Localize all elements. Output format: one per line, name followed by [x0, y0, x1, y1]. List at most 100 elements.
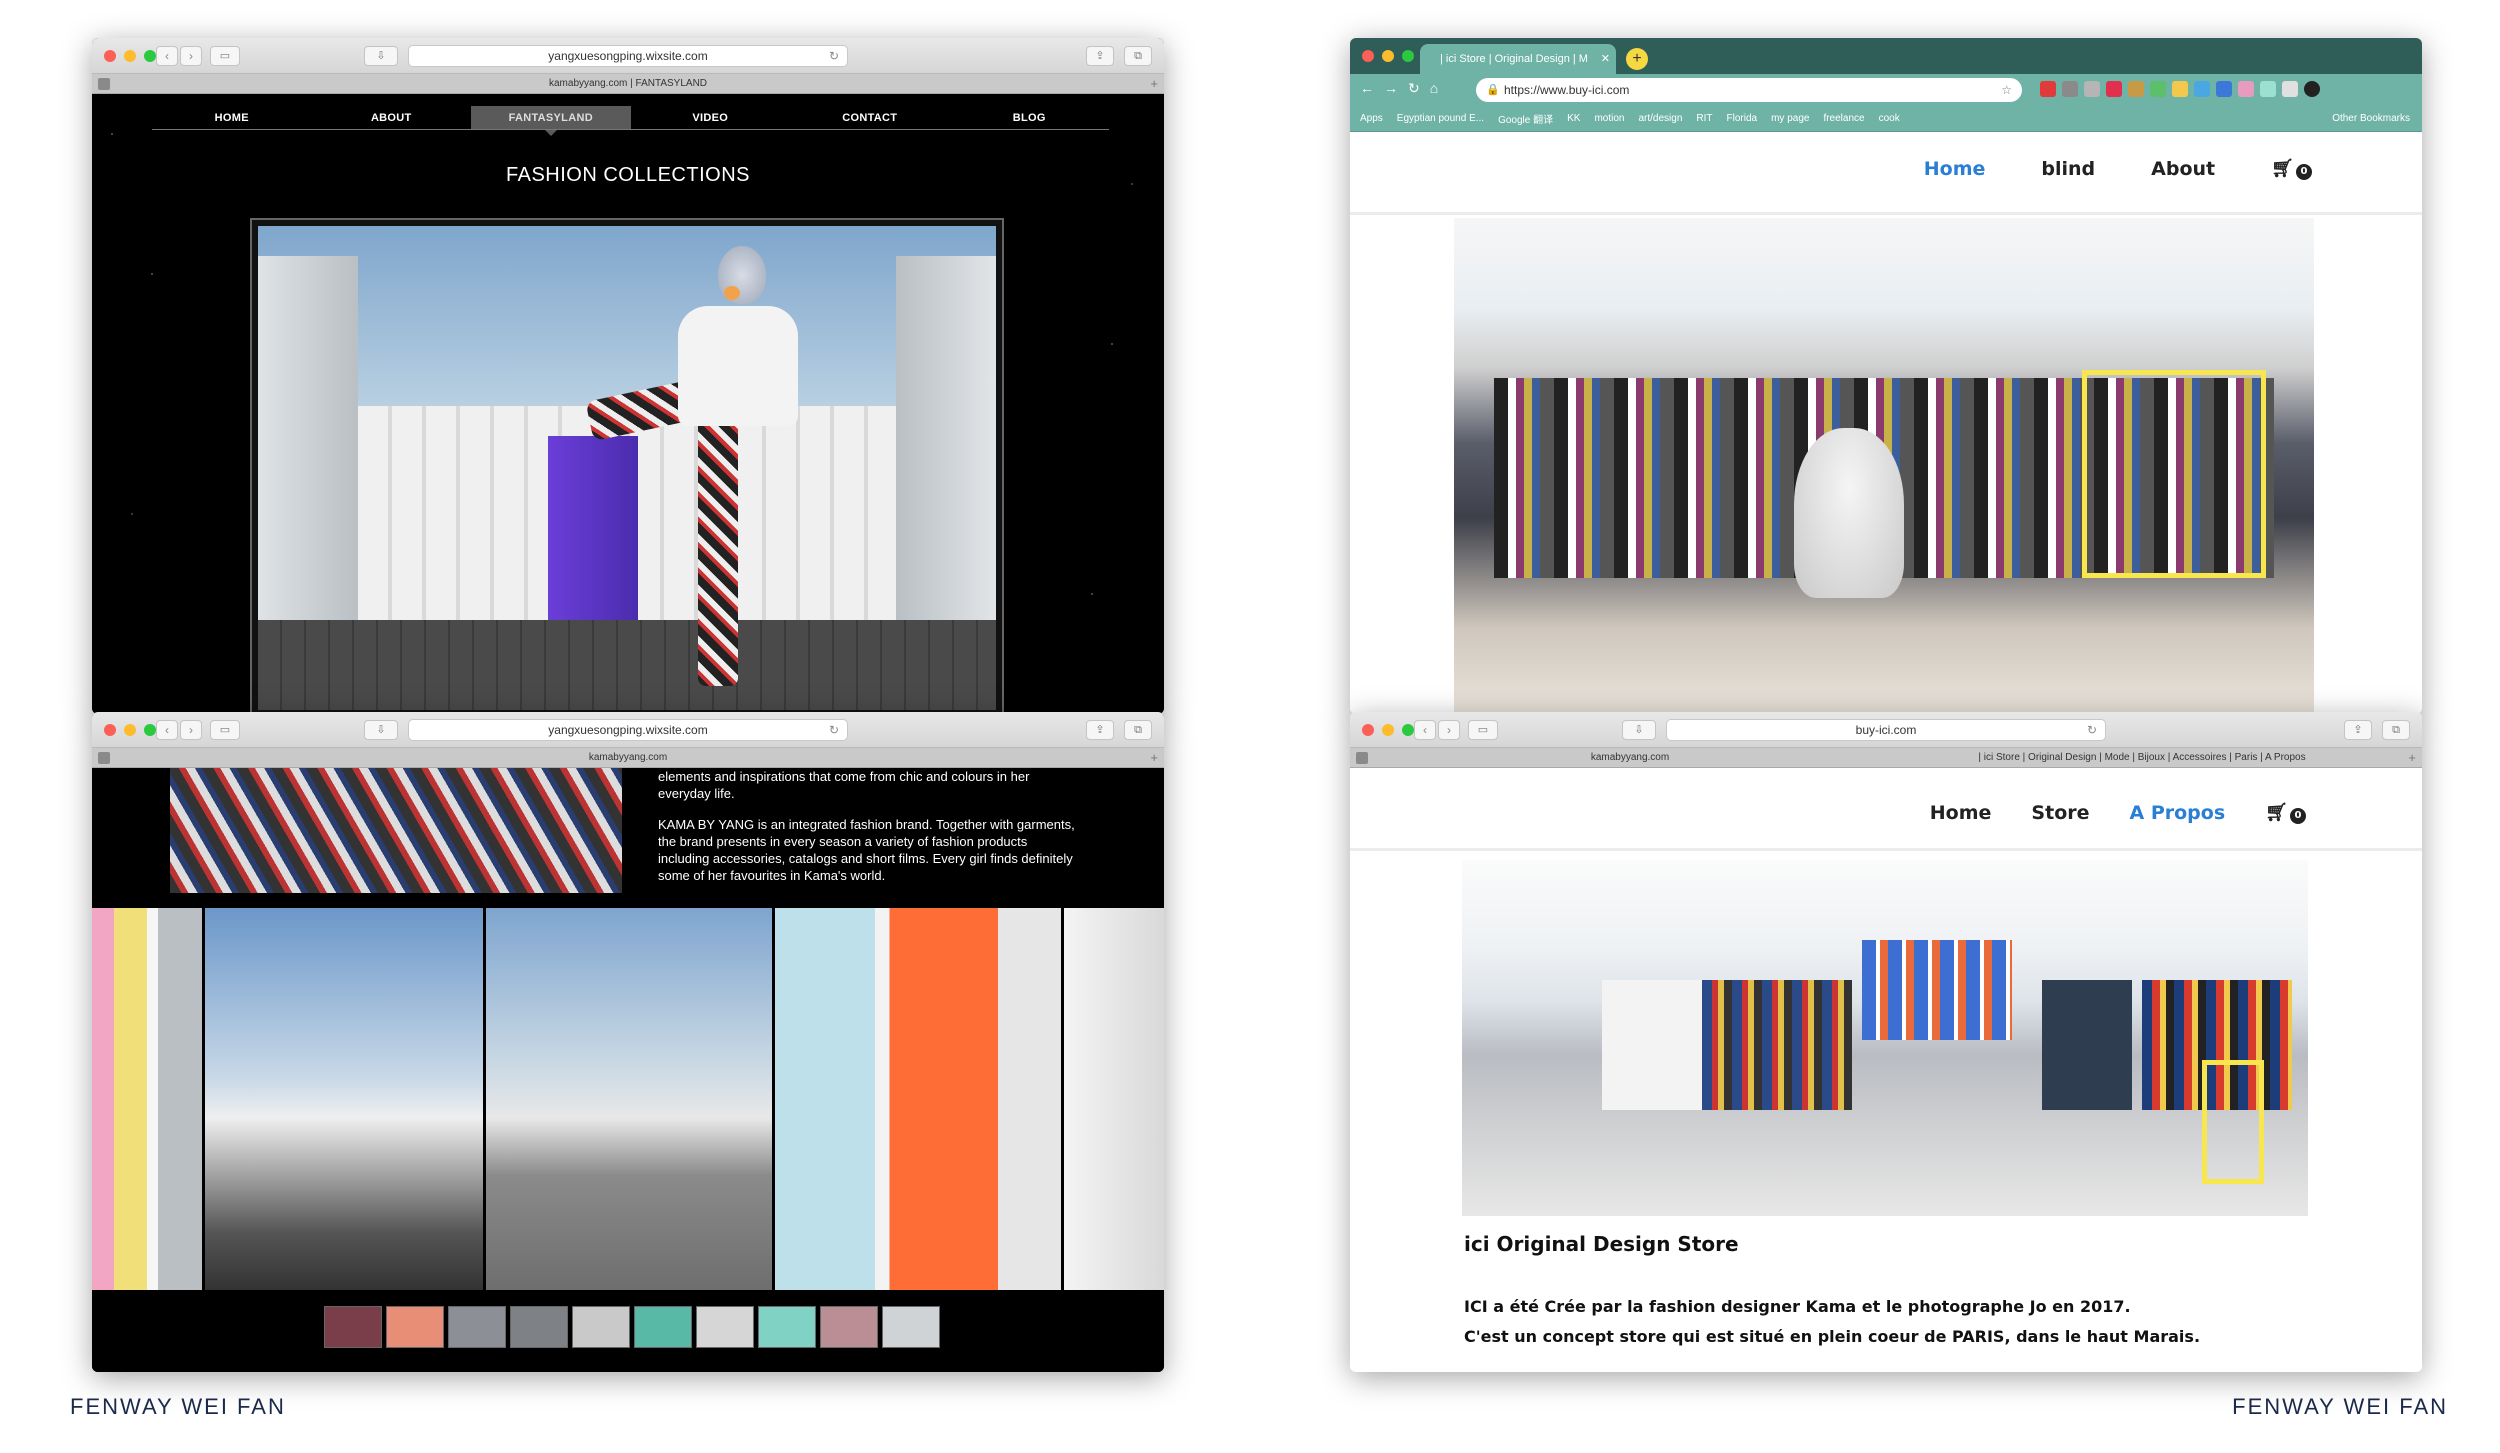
back-button[interactable]: ‹ — [156, 46, 178, 66]
new-tab-icon[interactable]: + — [1150, 74, 1158, 94]
bookmark-star-icon[interactable]: ☆ — [2001, 78, 2012, 102]
download-icon[interactable]: ⇩ — [364, 720, 398, 740]
download-icon[interactable]: ⇩ — [1622, 720, 1656, 740]
tab-bar[interactable]: kamabyyang.com + — [92, 748, 1164, 768]
tab-bar[interactable]: kamabyyang.com | FANTASYLAND + — [92, 74, 1164, 94]
other-bookmarks[interactable]: Other Bookmarks — [2332, 106, 2410, 132]
maximize-button[interactable] — [144, 724, 156, 736]
bookmark-item[interactable]: Google 翻译 — [1498, 111, 1553, 126]
minimize-button[interactable] — [124, 50, 136, 62]
bookmark-item[interactable]: motion — [1594, 113, 1624, 124]
extension-icon[interactable] — [2040, 81, 2056, 97]
back-icon[interactable]: ← — [1360, 80, 1384, 96]
thumbnail[interactable] — [820, 1306, 878, 1348]
download-icon[interactable]: ⇩ — [364, 46, 398, 66]
bookmark-item[interactable]: Florida — [1727, 113, 1758, 124]
bookmark-item[interactable]: Egyptian pound E... — [1397, 113, 1484, 124]
maximize-button[interactable] — [144, 50, 156, 62]
close-button[interactable] — [1362, 724, 1374, 736]
sidebar-toggle-icon[interactable]: ▭ — [1468, 720, 1498, 740]
tabs-overview-icon[interactable]: ⧉ — [2382, 720, 2410, 740]
nav-home[interactable]: Home — [1924, 158, 1986, 180]
gallery-photo[interactable] — [486, 908, 772, 1290]
thumbnail[interactable] — [696, 1306, 754, 1348]
bookmark-item[interactable]: RIT — [1696, 113, 1712, 124]
bookmark-item[interactable]: cook — [1879, 113, 1900, 124]
extension-icon[interactable] — [2128, 81, 2144, 97]
nav-fantasyland[interactable]: FANTASYLAND — [471, 106, 631, 136]
back-button[interactable]: ‹ — [156, 720, 178, 740]
gallery-photo[interactable] — [775, 908, 1061, 1290]
share-icon[interactable]: ⇪ — [1086, 720, 1114, 740]
profile-avatar[interactable] — [2304, 81, 2320, 97]
cart-button[interactable]: 🛒︎ 0 — [2265, 802, 2306, 824]
nav-a-propos[interactable]: A Propos — [2130, 802, 2226, 824]
tabs-overview-icon[interactable]: ⧉ — [1124, 720, 1152, 740]
new-tab-button[interactable]: + — [1626, 48, 1648, 70]
extension-icon[interactable] — [2062, 81, 2078, 97]
thumbnail[interactable] — [758, 1306, 816, 1348]
forward-button[interactable]: › — [180, 720, 202, 740]
address-bar[interactable]: yangxuesongping.wixsite.com ↻ — [408, 45, 848, 67]
thumbnail[interactable] — [324, 1306, 382, 1348]
reload-icon[interactable]: ↻ — [1408, 80, 1430, 96]
nav-about[interactable]: ABOUT — [312, 106, 472, 129]
reload-icon[interactable]: ↻ — [2087, 720, 2097, 740]
active-tab[interactable]: | ici Store | Original Design | M ✕ — [1420, 44, 1616, 74]
extension-icon[interactable] — [2150, 81, 2166, 97]
maximize-button[interactable] — [1402, 50, 1414, 62]
close-button[interactable] — [104, 724, 116, 736]
bookmark-item[interactable]: Apps — [1360, 113, 1383, 124]
close-button[interactable] — [1362, 50, 1374, 62]
maximize-button[interactable] — [1402, 724, 1414, 736]
gallery-photo[interactable] — [205, 908, 483, 1290]
thumbnail[interactable] — [572, 1306, 630, 1348]
bookmark-item[interactable]: my page — [1771, 113, 1809, 124]
forward-button[interactable]: › — [1438, 720, 1460, 740]
address-bar[interactable]: 🔒 https://www.buy-ici.com ☆ — [1476, 78, 2022, 102]
nav-blind[interactable]: blind — [2041, 158, 2095, 180]
thumbnail[interactable] — [386, 1306, 444, 1348]
close-tab-icon[interactable]: ✕ — [1601, 44, 1610, 74]
sidebar-toggle-icon[interactable]: ▭ — [210, 720, 240, 740]
collection-photo[interactable] — [258, 226, 996, 710]
tab-kamabyyang[interactable]: kamabyyang.com — [1374, 748, 1886, 767]
sidebar-toggle-icon[interactable]: ▭ — [210, 46, 240, 66]
address-bar[interactable]: yangxuesongping.wixsite.com ↻ — [408, 719, 848, 741]
extension-icon[interactable] — [2282, 81, 2298, 97]
thumbnail[interactable] — [448, 1306, 506, 1348]
minimize-button[interactable] — [124, 724, 136, 736]
forward-button[interactable]: › — [180, 46, 202, 66]
thumbnail[interactable] — [634, 1306, 692, 1348]
extension-icon[interactable] — [2238, 81, 2254, 97]
gallery-photo[interactable] — [92, 908, 202, 1290]
gallery-photo[interactable] — [1064, 908, 1164, 1290]
nav-blog[interactable]: BLOG — [950, 106, 1110, 129]
home-icon[interactable]: ⌂ — [1430, 80, 1448, 96]
nav-contact[interactable]: CONTACT — [790, 106, 950, 129]
minimize-button[interactable] — [1382, 50, 1394, 62]
extension-icon[interactable] — [2260, 81, 2276, 97]
extension-icon[interactable] — [2194, 81, 2210, 97]
cart-button[interactable]: 🛒︎ 0 — [2271, 158, 2312, 180]
tabs-overview-icon[interactable]: ⧉ — [1124, 46, 1152, 66]
minimize-button[interactable] — [1382, 724, 1394, 736]
extension-icon[interactable] — [2216, 81, 2232, 97]
thumbnail[interactable] — [882, 1306, 940, 1348]
share-icon[interactable]: ⇪ — [2344, 720, 2372, 740]
store-interior-photo[interactable] — [1454, 218, 2314, 714]
bookmark-item[interactable]: art/design — [1638, 113, 1682, 124]
forward-icon[interactable]: → — [1384, 80, 1408, 96]
reload-icon[interactable]: ↻ — [829, 46, 839, 66]
nav-home[interactable]: HOME — [152, 106, 312, 129]
new-tab-icon[interactable]: + — [1150, 748, 1158, 768]
extension-icon[interactable] — [2172, 81, 2188, 97]
tab-ici-store[interactable]: | ici Store | Original Design | Mode | B… — [1886, 748, 2398, 767]
share-icon[interactable]: ⇪ — [1086, 46, 1114, 66]
extension-icon[interactable] — [2084, 81, 2100, 97]
address-bar[interactable]: buy-ici.com ↻ — [1666, 719, 2106, 741]
bookmark-item[interactable]: KK — [1567, 113, 1580, 124]
thumbnail[interactable] — [510, 1306, 568, 1348]
nav-video[interactable]: VIDEO — [631, 106, 791, 129]
new-tab-icon[interactable]: + — [2408, 748, 2416, 768]
